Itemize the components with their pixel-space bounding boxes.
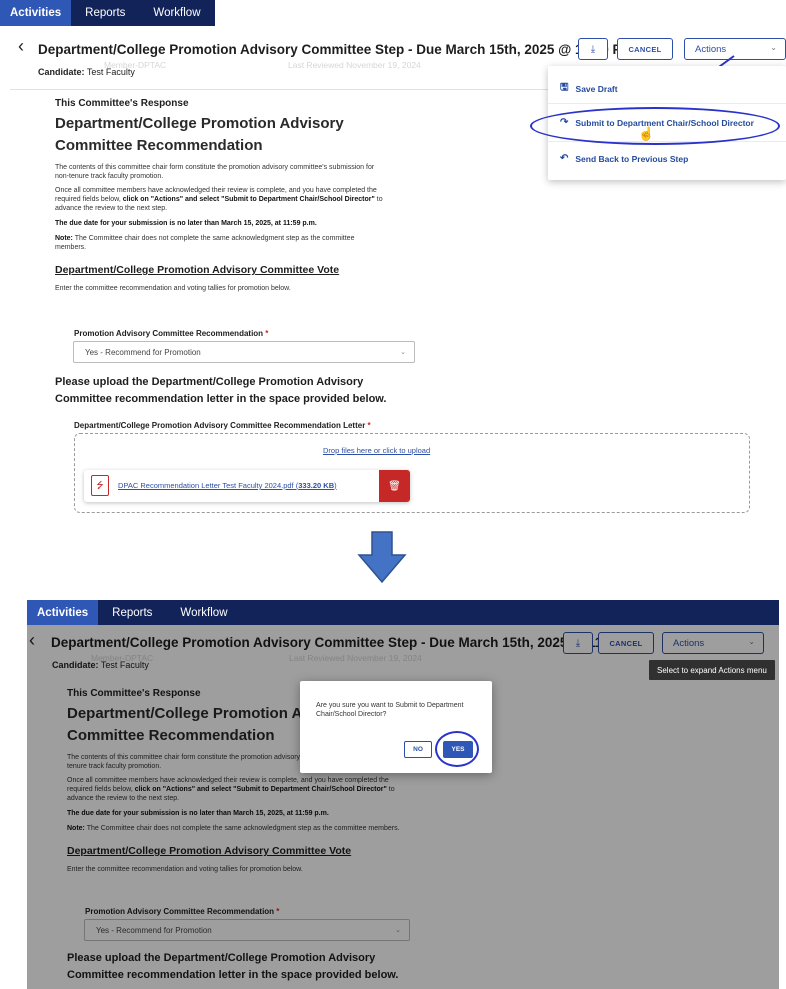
chair-note: Note: The Committee chair does not compl…	[55, 234, 385, 252]
menu-label-save-draft: Save Draft	[575, 83, 618, 94]
drop-files-link[interactable]: Drop files here or click to upload	[323, 446, 430, 455]
committee-form: This Committee's Response Department/Col…	[55, 98, 385, 293]
menu-label-send-back: Send Back to Previous Step	[575, 153, 689, 164]
form-heading-line1: Department/College Promotion Advisory	[55, 115, 344, 132]
menu-item-save-draft[interactable]: 🖫 Save Draft	[560, 80, 618, 97]
uploaded-file-link[interactable]: DPAC Recommendation Letter Test Faculty …	[118, 481, 337, 490]
uploaded-file-card: ⭍ DPAC Recommendation Letter Test Facult…	[84, 470, 410, 502]
down-arrow-icon	[357, 531, 407, 584]
letter-label: Department/College Promotion Advisory Co…	[74, 421, 371, 430]
due-date-note: The due date for your submission is no l…	[55, 220, 317, 227]
section-label: This Committee's Response	[55, 98, 189, 109]
confirm-dialog: Are you sure you want to Submit to Depar…	[300, 681, 492, 773]
required-mark: *	[367, 421, 371, 430]
file-name: DPAC Recommendation Letter Test Faculty …	[118, 481, 294, 490]
highlight-ellipse	[530, 107, 780, 145]
upload-heading-line1: Please upload the Department/College Pro…	[55, 376, 364, 388]
no-button[interactable]: NO	[404, 741, 432, 758]
instructions-paragraph: Once all committee members have acknowle…	[55, 186, 385, 213]
delete-file-button[interactable]: 🗑	[379, 470, 410, 502]
nav-activities[interactable]: Activities	[27, 600, 99, 625]
recommendation-label: Promotion Advisory Committee Recommendat…	[74, 329, 268, 338]
undo-icon: ↶	[560, 153, 569, 164]
top-screenshot-panel: Activities Reports Workflow ‹ Department…	[0, 0, 786, 530]
highlight-ellipse	[435, 731, 479, 767]
confirm-message: Are you sure you want to Submit to Depar…	[316, 702, 464, 718]
menu-divider	[548, 103, 786, 104]
chevron-down-icon: ⌄	[400, 349, 406, 356]
nav-workflow[interactable]: Workflow	[166, 600, 241, 625]
file-dropzone[interactable]: Drop files here or click to upload ⭍ DPA…	[74, 433, 750, 513]
intro-paragraph: The contents of this committee chair for…	[55, 164, 375, 180]
letter-label-text: Department/College Promotion Advisory Co…	[74, 421, 366, 430]
note-text: The Committee chair does not complete th…	[55, 235, 355, 251]
recommendation-select[interactable]: Yes - Recommend for Promotion ⌄	[73, 341, 415, 363]
upload-heading-line2: Committee recommendation letter in the s…	[55, 393, 387, 405]
menu-item-send-back[interactable]: ↶ Send Back to Previous Step	[560, 153, 688, 164]
save-icon: 🖫	[560, 82, 569, 93]
hand-pointer-icon: ☝	[638, 126, 655, 141]
nav-reports[interactable]: Reports	[98, 600, 166, 625]
required-mark: *	[265, 329, 269, 338]
instructions-text-b: click on "Actions" and select "Submit to…	[122, 196, 375, 203]
note-label: Note:	[55, 235, 73, 242]
file-size: 333.20 KB	[298, 481, 335, 490]
actions-tooltip: Select to expand Actions menu	[649, 660, 775, 680]
recommendation-value: Yes - Recommend for Promotion	[85, 347, 201, 357]
top-nav: Activities Reports Workflow	[27, 600, 779, 625]
vote-intro: Enter the committee recommendation and v…	[55, 285, 291, 292]
recommendation-label-text: Promotion Advisory Committee Recommendat…	[74, 329, 264, 338]
trash-icon: 🗑	[388, 480, 401, 492]
bottom-screenshot-panel: Activities Reports Workflow ‹ Department…	[27, 600, 779, 989]
vote-heading: Department/College Promotion Advisory Co…	[55, 264, 340, 276]
pdf-icon: ⭍	[91, 475, 109, 496]
form-heading-line2: Committee Recommendation	[55, 137, 263, 154]
